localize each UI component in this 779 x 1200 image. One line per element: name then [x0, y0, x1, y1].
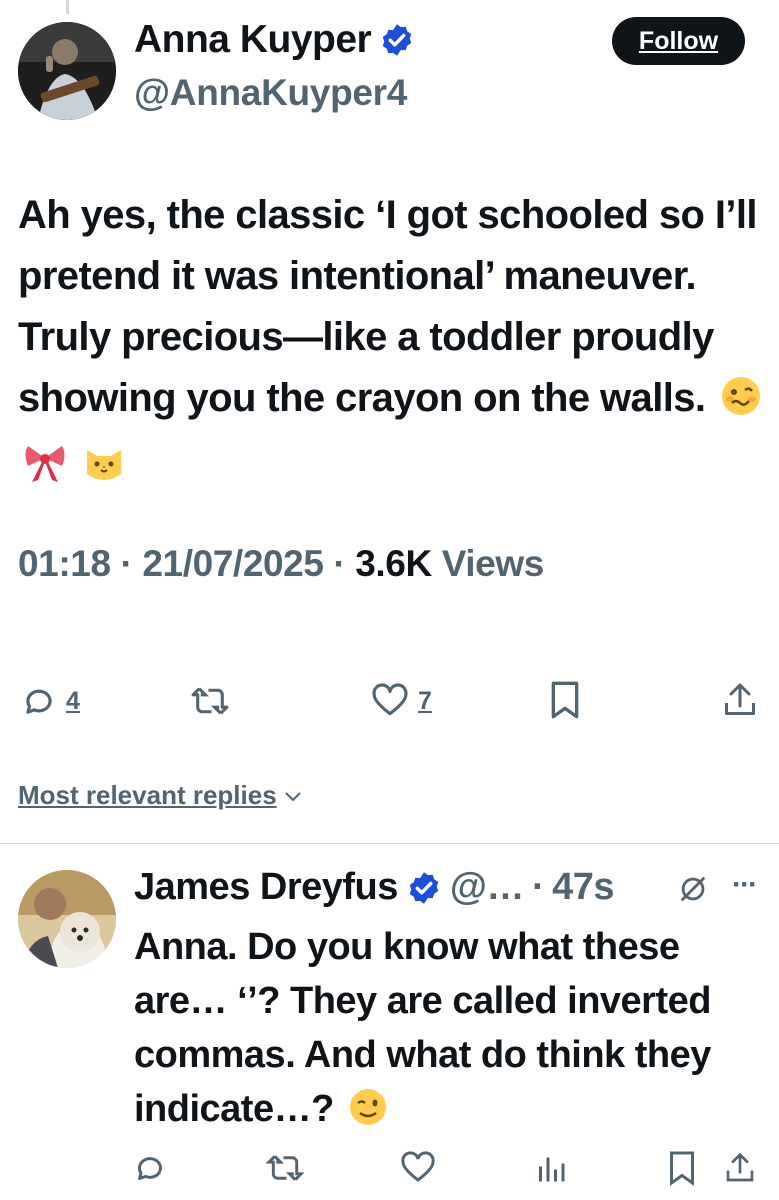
- views-count: 3.6K: [355, 543, 432, 584]
- views-analytics-icon[interactable]: [533, 1150, 569, 1186]
- author-handle[interactable]: @AnnaKuyper4: [134, 72, 407, 114]
- reply-icon[interactable]: [132, 1150, 168, 1186]
- reply-header-actions: ···: [676, 870, 758, 906]
- tweet-action-bar: 4 7: [0, 676, 779, 726]
- share-button[interactable]: [722, 680, 758, 720]
- follow-button[interactable]: Follow: [612, 17, 745, 65]
- meta-separator: ·: [120, 543, 133, 584]
- reply-text-body: Anna. Do you know what these are… ‘’? Th…: [134, 926, 711, 1130]
- retweet-icon: [191, 687, 229, 715]
- grok-icon[interactable]: [676, 872, 710, 906]
- retweet-button[interactable]: [190, 682, 230, 720]
- ribbon-icon: [22, 441, 68, 502]
- views-label: Views: [441, 543, 545, 584]
- replies-sort-dropdown[interactable]: Most relevant replies: [18, 780, 305, 811]
- more-options-icon[interactable]: ···: [732, 870, 758, 900]
- author-name[interactable]: Anna Kuyper: [134, 18, 415, 62]
- reply-handle[interactable]: @…: [450, 866, 525, 909]
- tweet-text-body: Ah yes, the classic ‘I got schooled so I…: [18, 193, 757, 420]
- winking-face-icon: [348, 1087, 388, 1142]
- reply-action-bar: [0, 1150, 779, 1190]
- bookmark-icon[interactable]: [666, 1150, 698, 1186]
- reply-header: James Dreyfus @… · 47s: [134, 866, 615, 909]
- share-icon: [725, 683, 755, 715]
- retweet-icon[interactable]: [266, 1150, 304, 1186]
- tweet-text: Ah yes, the classic ‘I got schooled so I…: [18, 185, 768, 502]
- reply-count: 4: [66, 686, 80, 715]
- avatar-photo: [18, 870, 116, 968]
- bookmark-button[interactable]: [547, 680, 583, 720]
- heart-icon[interactable]: [400, 1150, 436, 1186]
- reply-text: Anna. Do you know what these are… ‘’? Th…: [134, 920, 774, 1142]
- reply-button[interactable]: 4: [20, 682, 80, 720]
- tweet-date[interactable]: 21/07/2025: [142, 543, 324, 584]
- reply-author-name[interactable]: James Dreyfus: [134, 866, 398, 909]
- like-button[interactable]: 7: [370, 682, 432, 720]
- thread-connector-line: [66, 0, 69, 14]
- author-name-text[interactable]: Anna Kuyper: [134, 18, 372, 62]
- cat-face-icon: [83, 441, 125, 502]
- bookmark-icon: [551, 681, 579, 719]
- woozy-face-icon: [720, 374, 762, 435]
- verified-badge-icon: [409, 871, 439, 904]
- reply-icon: [26, 689, 52, 714]
- author-avatar[interactable]: [18, 22, 116, 120]
- reply-author-avatar[interactable]: [18, 870, 116, 968]
- verified-badge-icon: [382, 24, 412, 56]
- meta-separator: ·: [333, 543, 346, 584]
- tweet-meta: 01:18 · 21/07/2025 · 3.6K Views: [18, 543, 544, 585]
- replies-sort-label[interactable]: Most relevant replies: [18, 780, 277, 811]
- share-icon[interactable]: [724, 1150, 756, 1186]
- heart-icon: [372, 683, 408, 716]
- like-count: 7: [418, 686, 432, 715]
- reply-separator: ·: [531, 866, 545, 908]
- section-divider: [0, 843, 779, 844]
- reply-age[interactable]: 47s: [552, 866, 614, 909]
- avatar-photo: [18, 22, 116, 120]
- tweet-time[interactable]: 01:18: [18, 543, 111, 584]
- chevron-down-icon: [284, 791, 301, 801]
